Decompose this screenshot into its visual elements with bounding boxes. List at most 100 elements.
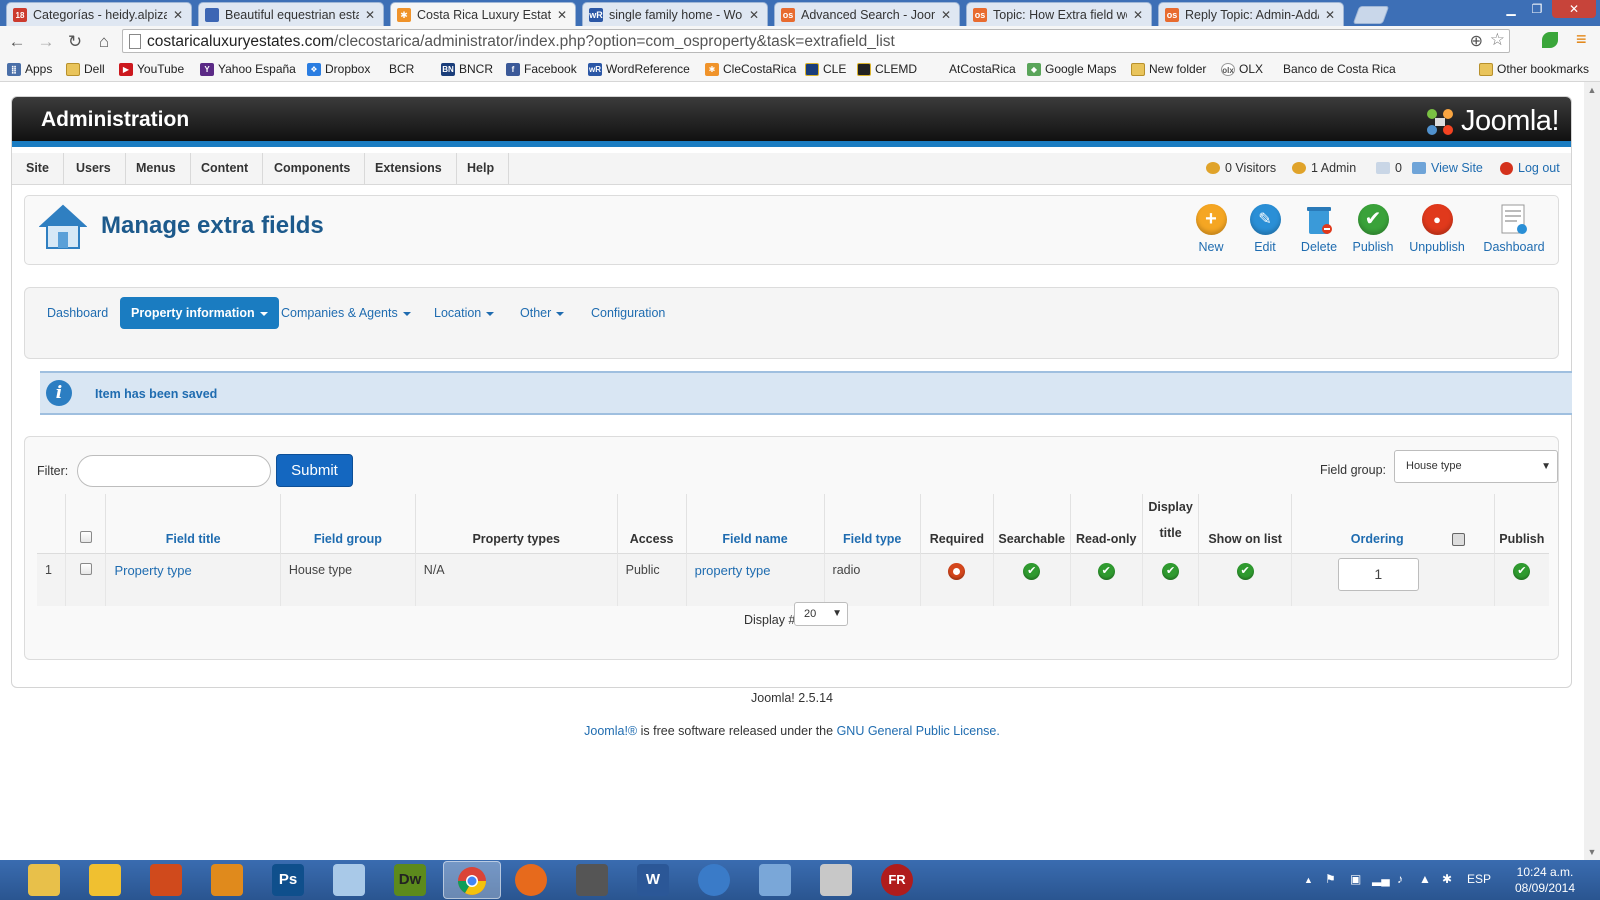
field-group-select[interactable]: House type ▼ bbox=[1394, 450, 1558, 483]
messages-status[interactable]: 0 bbox=[1376, 161, 1402, 175]
readonly-yes-icon[interactable]: ✔ bbox=[1097, 563, 1115, 580]
restore-icon[interactable]: ❐ bbox=[1524, 2, 1550, 16]
subnav-dashboard[interactable]: Dashboard bbox=[36, 297, 119, 329]
bookmark-atcostarica[interactable]: AtCostaRica bbox=[931, 62, 1016, 76]
subnav-property-information[interactable]: Property information bbox=[120, 297, 279, 329]
bookmark-dell[interactable]: Dell bbox=[66, 62, 105, 76]
col-field-type[interactable]: Field type bbox=[824, 494, 921, 554]
filter-input[interactable] bbox=[77, 455, 271, 487]
ftp-icon[interactable] bbox=[759, 864, 791, 896]
close-tab-icon[interactable]: ✕ bbox=[555, 8, 569, 22]
browser-tab[interactable]: 18 Categorías - heidy.alpizar ✕ bbox=[6, 2, 192, 26]
col-field-title[interactable]: Field title bbox=[105, 494, 281, 554]
tray-expand-icon[interactable]: ▲ bbox=[1304, 875, 1313, 885]
bookmark-wordreference[interactable]: wR WordReference bbox=[588, 62, 690, 76]
menu-menus[interactable]: Menus bbox=[122, 153, 191, 184]
new-button[interactable]: + New bbox=[1181, 204, 1241, 254]
other-bookmarks[interactable]: Other bookmarks bbox=[1479, 62, 1589, 76]
extension-icon[interactable] bbox=[1542, 32, 1558, 48]
close-tab-icon[interactable]: ✕ bbox=[363, 8, 377, 22]
scroll-down-icon[interactable]: ▼ bbox=[1584, 844, 1600, 860]
language-indicator[interactable]: ESP bbox=[1467, 872, 1491, 886]
publish-button[interactable]: ✔ Publish bbox=[1343, 204, 1403, 254]
menu-help[interactable]: Help bbox=[453, 153, 510, 184]
photoshop-icon[interactable]: Ps bbox=[272, 864, 304, 896]
minimize-icon[interactable]: ▁ bbox=[1498, 2, 1524, 16]
word-icon[interactable]: W bbox=[637, 864, 669, 896]
browser-tab[interactable]: Beautiful equestrian estat ✕ bbox=[198, 2, 384, 26]
calculator-icon[interactable] bbox=[820, 864, 852, 896]
close-window-icon[interactable]: ✕ bbox=[1552, 0, 1596, 18]
bookmark-google-maps[interactable]: ◆ Google Maps bbox=[1027, 62, 1116, 76]
col-field-group[interactable]: Field group bbox=[280, 494, 416, 554]
display-title-yes-icon[interactable]: ✔ bbox=[1162, 563, 1180, 580]
address-bar[interactable]: costaricaluxuryestates.com/clecostarica/… bbox=[122, 29, 1510, 53]
illustrator-icon[interactable] bbox=[211, 864, 243, 896]
close-tab-icon[interactable]: ✕ bbox=[747, 8, 761, 22]
close-tab-icon[interactable]: ✕ bbox=[939, 8, 953, 22]
edit-button[interactable]: ✎ Edit bbox=[1235, 204, 1295, 254]
filezilla-icon[interactable]: FR bbox=[881, 864, 913, 896]
close-tab-icon[interactable]: ✕ bbox=[171, 8, 185, 22]
subnav-configuration[interactable]: Configuration bbox=[580, 297, 676, 329]
check-all-checkbox[interactable] bbox=[79, 531, 92, 543]
volume-icon[interactable]: ♪ bbox=[1397, 872, 1403, 886]
dashboard-button[interactable]: Dashboard bbox=[1481, 204, 1547, 254]
ordering-input[interactable]: 1 bbox=[1337, 558, 1419, 591]
chrome-menu-icon[interactable]: ≡ bbox=[1576, 29, 1587, 50]
notepad-icon[interactable] bbox=[333, 864, 365, 896]
tool-icon[interactable]: ✱ bbox=[1442, 872, 1452, 886]
browser-tab-active[interactable]: ✱ Costa Rica Luxury Estates ✕ bbox=[390, 2, 576, 26]
display-count-select[interactable]: 20 ▼ bbox=[794, 602, 848, 626]
menu-extensions[interactable]: Extensions bbox=[361, 153, 457, 184]
bookmark-banco-de-costa-rica[interactable]: Banco de Costa Rica bbox=[1283, 62, 1396, 157]
bookmark-star-icon[interactable]: ☆ bbox=[1490, 30, 1505, 50]
bookmark-new-folder[interactable]: New folder bbox=[1131, 62, 1206, 76]
outlook-icon[interactable] bbox=[89, 864, 121, 896]
bookmark-bcr[interactable]: BCR bbox=[389, 62, 414, 157]
view-site-link[interactable]: View Site bbox=[1412, 161, 1483, 175]
dreamweaver-icon[interactable]: Dw bbox=[394, 864, 426, 896]
back-icon[interactable]: ← bbox=[6, 32, 28, 52]
scroll-up-icon[interactable]: ▲ bbox=[1584, 82, 1600, 98]
explorer-icon[interactable] bbox=[28, 864, 60, 896]
subnav-companies-agents[interactable]: Companies & Agents bbox=[270, 297, 422, 329]
save-order-icon[interactable] bbox=[1451, 533, 1465, 546]
page-scrollbar[interactable]: ▲ ▼ bbox=[1584, 82, 1600, 860]
col-ordering[interactable]: Ordering bbox=[1291, 494, 1495, 554]
forward-icon[interactable]: → bbox=[35, 32, 57, 52]
chrome-icon[interactable] bbox=[443, 861, 501, 899]
unpublish-button[interactable]: ● Unpublish bbox=[1407, 204, 1467, 254]
gpl-link[interactable]: GNU General Public License. bbox=[837, 724, 1000, 738]
show-on-list-yes-icon[interactable]: ✔ bbox=[1236, 563, 1254, 580]
logout-link[interactable]: Log out bbox=[1500, 161, 1560, 175]
bookmark-apps[interactable]: ⣿ Apps bbox=[7, 62, 52, 76]
field-name-link[interactable]: property type bbox=[695, 563, 771, 578]
subnav-other[interactable]: Other bbox=[509, 297, 575, 329]
row-checkbox[interactable] bbox=[79, 563, 92, 575]
submit-button[interactable]: Submit bbox=[276, 454, 353, 487]
gdrive-icon[interactable]: ▲ bbox=[1419, 872, 1431, 886]
menu-content[interactable]: Content bbox=[187, 153, 264, 184]
menu-site[interactable]: Site bbox=[12, 153, 64, 184]
device-icon[interactable]: ▣ bbox=[1350, 872, 1361, 886]
bookmark-dropbox[interactable]: ❖ Dropbox bbox=[307, 62, 370, 76]
office-icon[interactable] bbox=[150, 864, 182, 896]
field-title-link[interactable]: Property type bbox=[114, 563, 191, 578]
flag-icon[interactable]: ⚑ bbox=[1325, 872, 1336, 886]
bookmark-facebook[interactable]: f Facebook bbox=[506, 62, 577, 76]
col-field-name[interactable]: Field name bbox=[686, 494, 825, 554]
bookmark-clecostarica[interactable]: ✱ CleCostaRica bbox=[705, 62, 796, 76]
bookmark-clemd[interactable]: CLEMD bbox=[857, 62, 917, 76]
menu-users[interactable]: Users bbox=[62, 153, 126, 184]
taskbar-clock[interactable]: 10:24 a.m. 08/09/2014 bbox=[1505, 864, 1585, 896]
menu-components[interactable]: Components bbox=[260, 153, 366, 184]
published-icon[interactable]: ✔ bbox=[1513, 563, 1531, 580]
scanner-icon[interactable] bbox=[576, 864, 608, 896]
browser-tab[interactable]: os Advanced Search - Joom ✕ bbox=[774, 2, 960, 26]
bookmark-yahoo[interactable]: Y Yahoo España bbox=[200, 62, 296, 76]
subnav-location[interactable]: Location bbox=[423, 297, 505, 329]
bookmark-youtube[interactable]: ▶ YouTube bbox=[119, 62, 184, 76]
thunderbird-icon[interactable] bbox=[698, 864, 730, 896]
joomla-link[interactable]: Joomla!® bbox=[584, 724, 637, 738]
